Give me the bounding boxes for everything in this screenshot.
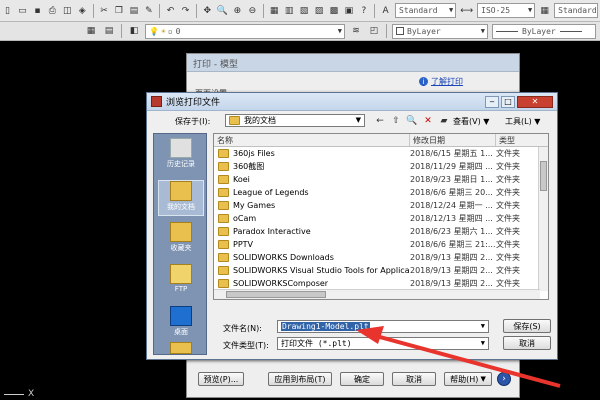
command-line-text: X <box>28 389 35 399</box>
annotation-arrow <box>356 326 561 388</box>
arrow-head <box>356 326 384 344</box>
arrow-shaft <box>375 334 561 388</box>
ucs-axis-line <box>4 393 24 395</box>
command-line[interactable]: X <box>4 388 44 400</box>
